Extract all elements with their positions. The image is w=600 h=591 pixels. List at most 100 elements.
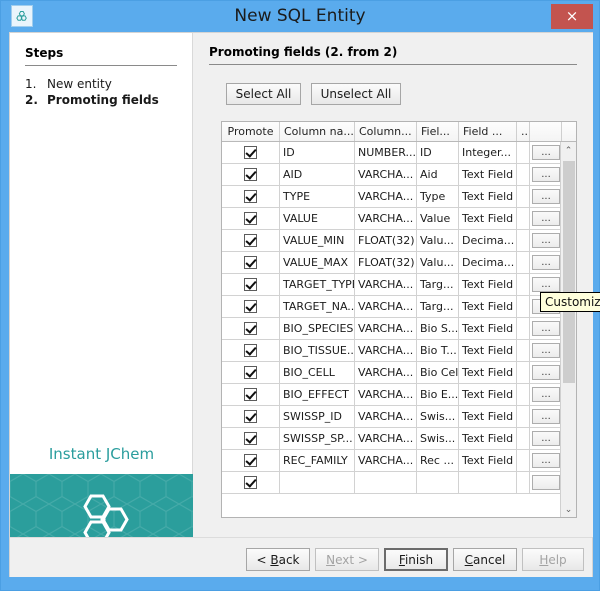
promote-checkbox[interactable] bbox=[244, 256, 257, 269]
page-title: Promoting fields (2. from 2) bbox=[209, 45, 397, 59]
scroll-up-arrow[interactable]: ⌃ bbox=[561, 142, 576, 159]
back-button[interactable]: < Back bbox=[246, 548, 310, 571]
cell-extra bbox=[517, 230, 530, 251]
table-row[interactable]: TARGET_NA...VARCHA...Targ...Text Field..… bbox=[222, 296, 562, 318]
table-row[interactable]: TARGET_TYPEVARCHA...Targ...Text Field... bbox=[222, 274, 562, 296]
customize-ellipsis-button[interactable]: ... bbox=[532, 277, 560, 292]
promote-checkbox[interactable] bbox=[244, 300, 257, 313]
select-all-button[interactable]: Select All bbox=[226, 83, 301, 105]
customize-ellipsis-button[interactable]: ... bbox=[532, 453, 560, 468]
table-row[interactable]: REC_FAMILYVARCHA...Rec ...Text Field... bbox=[222, 450, 562, 472]
close-button[interactable]: × bbox=[551, 4, 593, 29]
cell-field: Rec ... bbox=[417, 450, 459, 471]
promote-checkbox[interactable] bbox=[244, 432, 257, 445]
cell-column_type: VARCHA... bbox=[355, 340, 417, 361]
promote-checkbox-cell bbox=[222, 362, 280, 383]
cell-field_type: Text Field bbox=[459, 296, 517, 317]
cell-column_type: VARCHA... bbox=[355, 164, 417, 185]
promote-checkbox[interactable] bbox=[244, 322, 257, 335]
table-row[interactable]: SWISSP_IDVARCHA...Swis...Text Field... bbox=[222, 406, 562, 428]
cell-field_type: Text Field bbox=[459, 164, 517, 185]
promote-checkbox[interactable] bbox=[244, 476, 257, 489]
column-header[interactable] bbox=[530, 122, 562, 141]
cell-field: Targ... bbox=[417, 296, 459, 317]
table-row[interactable]: VALUE_MINFLOAT(32)Valu...Decima...... bbox=[222, 230, 562, 252]
promote-checkbox[interactable] bbox=[244, 278, 257, 291]
promote-checkbox[interactable] bbox=[244, 146, 257, 159]
promote-checkbox[interactable] bbox=[244, 366, 257, 379]
cell-field: Bio S... bbox=[417, 318, 459, 339]
cell-extra bbox=[517, 362, 530, 383]
promote-checkbox[interactable] bbox=[244, 168, 257, 181]
table-row[interactable]: SWISSP_SP...VARCHA...Swis...Text Field..… bbox=[222, 428, 562, 450]
table-row[interactable]: VALUEVARCHA...ValueText Field... bbox=[222, 208, 562, 230]
cell-field: Bio E... bbox=[417, 384, 459, 405]
cell-column_name: REC_FAMILY bbox=[280, 450, 355, 471]
promote-checkbox[interactable] bbox=[244, 234, 257, 247]
cell-column_type: VARCHA... bbox=[355, 384, 417, 405]
customize-ellipsis-button[interactable]: ... bbox=[532, 145, 560, 160]
column-header[interactable]: Promote bbox=[222, 122, 280, 141]
cell-field_type: Text Field bbox=[459, 186, 517, 207]
cell-extra bbox=[517, 450, 530, 471]
customize-ellipsis-button[interactable]: ... bbox=[532, 343, 560, 358]
promote-checkbox-cell bbox=[222, 318, 280, 339]
dialog-window: New SQL Entity × Steps 1. New entity 2. … bbox=[0, 0, 600, 591]
promote-checkbox[interactable] bbox=[244, 190, 257, 203]
table-row[interactable]: IDNUMBER...IDInteger...... bbox=[222, 142, 562, 164]
promote-checkbox-cell bbox=[222, 384, 280, 405]
customize-cell: ... bbox=[530, 252, 562, 273]
brand-name: Instant JChem bbox=[10, 445, 193, 463]
promote-checkbox[interactable] bbox=[244, 410, 257, 423]
table-row[interactable]: AIDVARCHA...AidText Field... bbox=[222, 164, 562, 186]
cell-field_type: Integer... bbox=[459, 142, 517, 163]
table-vertical-scrollbar[interactable]: ⌃ ⌄ bbox=[560, 142, 576, 518]
customize-ellipsis-button[interactable]: ... bbox=[532, 387, 560, 402]
table-row[interactable]: BIO_TISSUE...VARCHA...Bio T...Text Field… bbox=[222, 340, 562, 362]
customize-cell: ... bbox=[530, 142, 562, 163]
cell-field_type: Text Field bbox=[459, 318, 517, 339]
customize-cell: ... bbox=[530, 428, 562, 449]
column-header[interactable]: Field ... bbox=[459, 122, 517, 141]
customize-ellipsis-button[interactable]: ... bbox=[532, 211, 560, 226]
unselect-all-button[interactable]: Unselect All bbox=[311, 83, 401, 105]
promote-checkbox[interactable] bbox=[244, 212, 257, 225]
table-row[interactable]: BIO_CELLVARCHA...Bio CellText Field... bbox=[222, 362, 562, 384]
customize-ellipsis-button[interactable]: ... bbox=[532, 431, 560, 446]
table-row[interactable]: BIO_EFFECTVARCHA...Bio E...Text Field... bbox=[222, 384, 562, 406]
cell-column_name: ID bbox=[280, 142, 355, 163]
customize-cell: ... bbox=[530, 186, 562, 207]
customize-ellipsis-button[interactable]: ... bbox=[532, 321, 560, 336]
scrollbar-thumb[interactable] bbox=[563, 161, 575, 383]
promote-checkbox[interactable] bbox=[244, 454, 257, 467]
title-bar: New SQL Entity × bbox=[1, 1, 599, 32]
column-header[interactable]: Fiel... bbox=[417, 122, 459, 141]
cancel-button[interactable]: Cancel bbox=[453, 548, 517, 571]
cell-column_type: VARCHA... bbox=[355, 318, 417, 339]
customize-ellipsis-button[interactable]: ... bbox=[532, 233, 560, 248]
column-header[interactable]: ... bbox=[517, 122, 530, 141]
table-header-row: PromoteColumn na...Column...Fiel...Field… bbox=[222, 122, 577, 142]
step-number: 1. bbox=[25, 77, 45, 91]
scroll-down-arrow[interactable]: ⌄ bbox=[561, 501, 576, 518]
column-header[interactable]: Column na... bbox=[280, 122, 355, 141]
table-row[interactable]: BIO_SPECIESVARCHA...Bio S...Text Field..… bbox=[222, 318, 562, 340]
cell-extra bbox=[517, 406, 530, 427]
promote-checkbox[interactable] bbox=[244, 388, 257, 401]
customize-ellipsis-button[interactable]: ... bbox=[532, 365, 560, 380]
table-row[interactable] bbox=[222, 472, 562, 494]
finish-button[interactable]: Finish bbox=[384, 548, 448, 571]
table-row[interactable]: VALUE_MAXFLOAT(32)Valu...Decima...... bbox=[222, 252, 562, 274]
cell-field bbox=[417, 472, 459, 493]
promote-checkbox[interactable] bbox=[244, 344, 257, 357]
customize-ellipsis-button[interactable]: ... bbox=[532, 189, 560, 204]
customize-ellipsis-button[interactable]: ... bbox=[532, 167, 560, 182]
cell-field_type: Decima... bbox=[459, 252, 517, 273]
column-header[interactable]: Column... bbox=[355, 122, 417, 141]
cell-column_type: NUMBER... bbox=[355, 142, 417, 163]
customize-ellipsis-button[interactable]: ... bbox=[532, 255, 560, 270]
table-row[interactable]: TYPEVARCHA...TypeText Field... bbox=[222, 186, 562, 208]
customize-ellipsis-button[interactable]: ... bbox=[532, 409, 560, 424]
customize-ellipsis-button[interactable] bbox=[532, 475, 560, 490]
cell-column_name: BIO_EFFECT bbox=[280, 384, 355, 405]
